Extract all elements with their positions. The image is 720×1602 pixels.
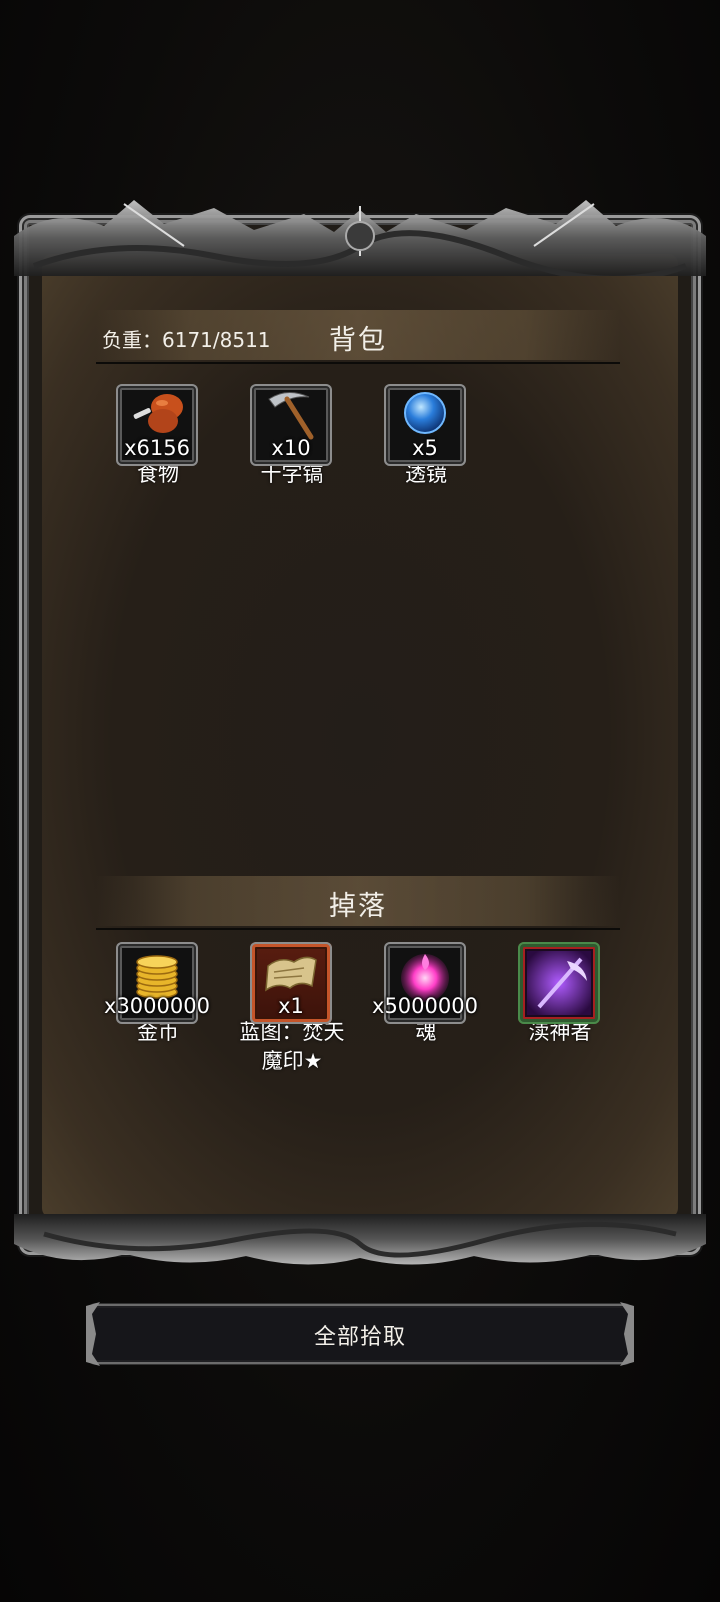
purple-scythe-weapon-icon xyxy=(527,951,591,1015)
item-slot[interactable]: x5000000 xyxy=(372,942,478,1024)
item-slot[interactable]: x1 xyxy=(250,942,332,1024)
drop-item-soul[interactable]: x5000000 魂 xyxy=(372,942,478,1047)
backpack-header: 负重：6171/8511 背包 xyxy=(96,310,620,364)
drops-header: 掉落 xyxy=(96,876,620,930)
item-quantity: x3000000 xyxy=(104,994,210,1018)
item-slot[interactable]: x5 xyxy=(384,384,466,466)
pickup-all-label: 全部拾取 xyxy=(313,1325,406,1350)
item-slot[interactable] xyxy=(518,942,600,1024)
backpack-title: 背包 xyxy=(329,325,387,356)
backpack-item-pickaxe[interactable]: x10 十字镐 xyxy=(250,384,334,489)
dragon-ornament-top xyxy=(14,200,706,276)
pickup-all-button[interactable]: 全部拾取 xyxy=(86,1302,634,1366)
backpack-item-lens[interactable]: x5 透镜 xyxy=(384,384,468,489)
drops-title: 掉落 xyxy=(329,891,387,922)
drop-item-gold[interactable]: x3000000 金币 xyxy=(104,942,210,1047)
backpack-item-food[interactable]: x6156 食物 xyxy=(116,384,200,489)
drop-item-weapon[interactable]: 渎神者 xyxy=(518,942,602,1047)
drop-item-blueprint[interactable]: x1 蓝图：焚天 魔印★ xyxy=(240,942,345,1076)
item-quantity: x5000000 xyxy=(372,994,478,1018)
item-name-line-2: 魔印★ xyxy=(261,1049,323,1073)
item-quantity: x5 xyxy=(412,436,438,460)
dragon-ornament-bottom xyxy=(14,1214,706,1265)
item-slot[interactable]: x10 xyxy=(250,384,332,466)
item-slot[interactable]: x6156 xyxy=(116,384,198,466)
header-divider xyxy=(96,928,620,930)
item-quantity: x1 xyxy=(278,994,304,1018)
item-slot[interactable]: x3000000 xyxy=(104,942,210,1024)
item-quantity: x10 xyxy=(271,436,311,460)
item-quantity: x6156 xyxy=(124,436,190,460)
header-divider xyxy=(96,362,620,364)
